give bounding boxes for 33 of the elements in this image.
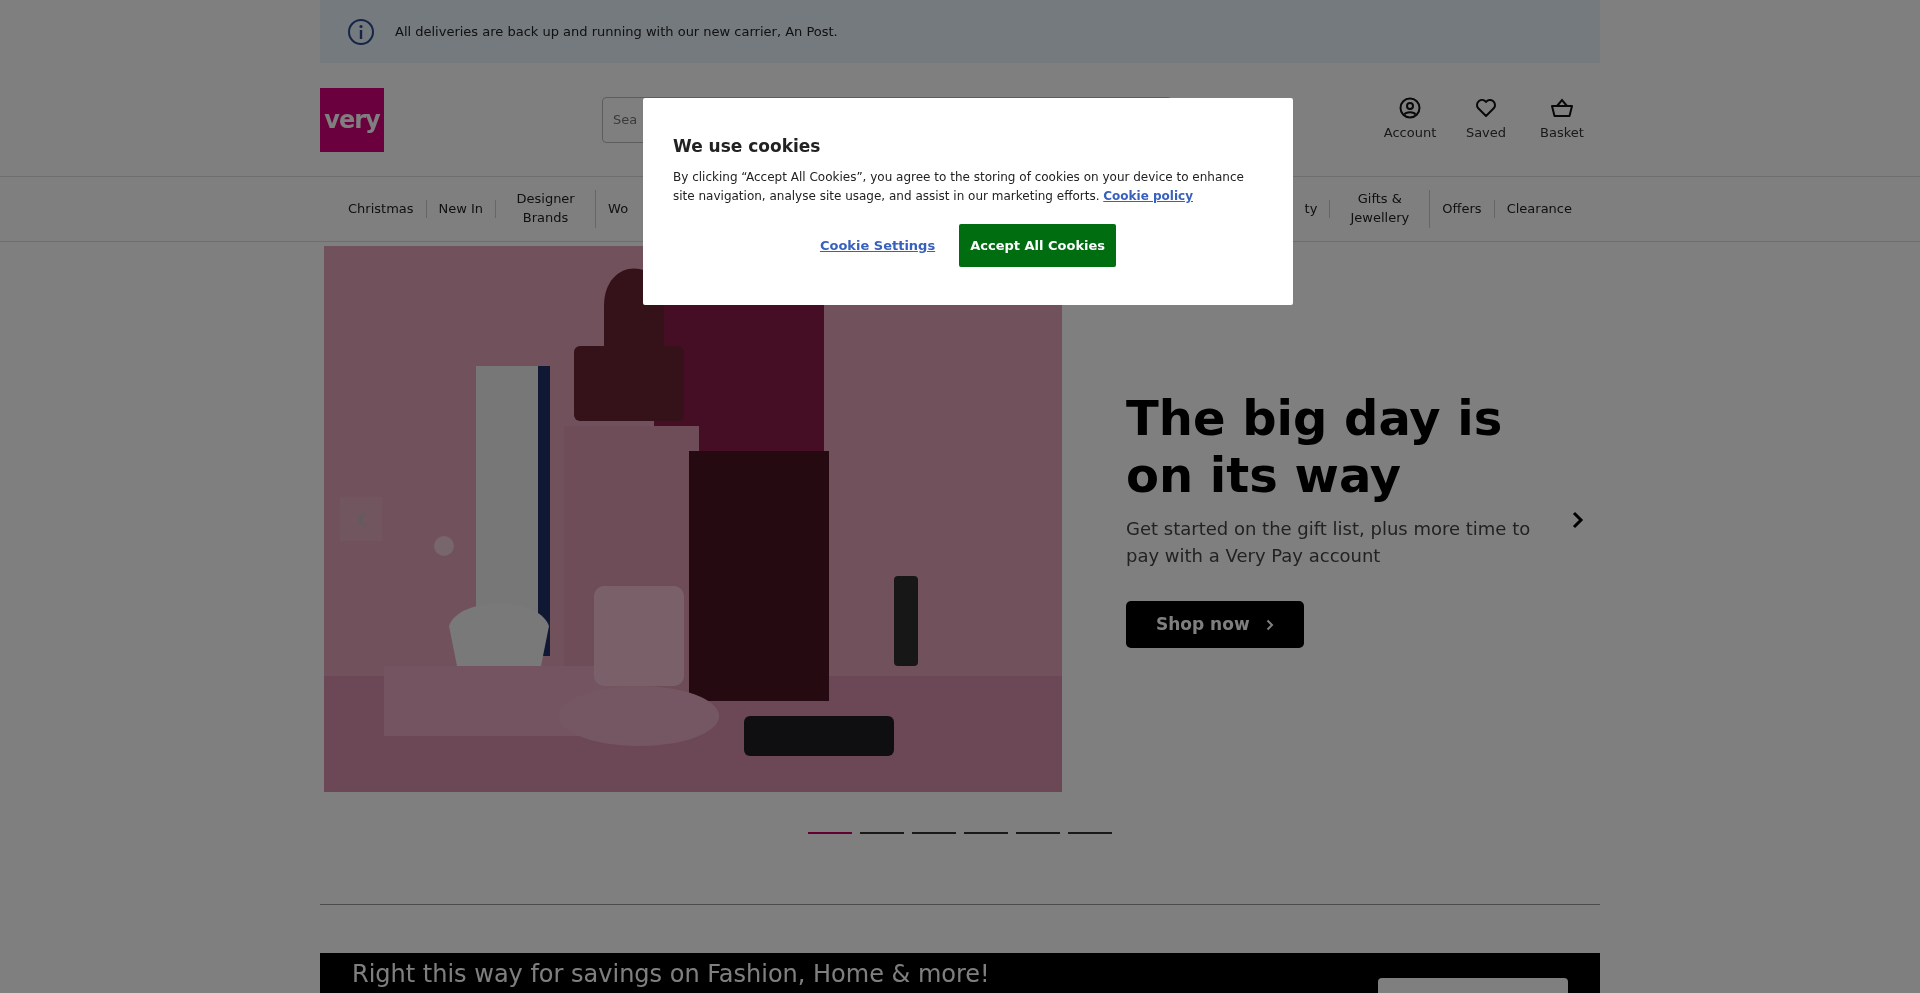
- hero-subtitle: Get started on the gift list, plus more time to pay with a Very Pay account: [1126, 516, 1532, 568]
- accept-cookies-button[interactable]: Accept All Cookies: [959, 223, 1117, 268]
- nav-link[interactable]: Clearance: [1494, 199, 1584, 219]
- info-icon: [347, 17, 375, 46]
- account-link[interactable]: Account: [1372, 96, 1448, 143]
- nav-link[interactable]: New In: [426, 199, 497, 219]
- notice-text: All deliveries are back up and running with our new carrier, An Post.: [395, 22, 838, 41]
- heart-icon: [1475, 96, 1497, 119]
- chevron-right-icon: [1572, 510, 1584, 529]
- basket-icon: [1550, 96, 1574, 119]
- cookie-policy-link[interactable]: Cookie policy: [1103, 189, 1193, 203]
- dialog-title: We use cookies: [673, 136, 822, 157]
- slide-indicator[interactable]: [1016, 832, 1060, 834]
- cookie-settings-link[interactable]: Cookie Settings: [819, 235, 936, 256]
- nav-link[interactable]: Offers: [1430, 199, 1495, 219]
- slide-indicator[interactable]: [1068, 832, 1112, 834]
- account-icon: [1399, 96, 1421, 119]
- slide-indicator[interactable]: [860, 832, 904, 834]
- slide-indicator[interactable]: [912, 832, 956, 834]
- nav-link[interactable]: Christmas: [336, 199, 427, 219]
- nav-link[interactable]: Designer Brands: [496, 190, 597, 228]
- nav-link[interactable]: Wo: [596, 199, 641, 219]
- promo-text: Right this way for savings on Fashion, Home & more!: [352, 962, 990, 990]
- slide-indicator[interactable]: [808, 832, 852, 834]
- hero-headline: The big day is on its way: [1126, 389, 1504, 505]
- slide-indicator[interactable]: [964, 832, 1008, 834]
- dialog-text: By clicking “Accept All Cookies”, you agree to the storing of cookies on your device to enhance site navigation, analyse site usage, and assist in our marketing efforts. Cookie policy: [673, 169, 1245, 205]
- nav-link[interactable]: Gifts & Jewellery: [1330, 190, 1431, 228]
- shop-now-button[interactable]: Shop now: [1126, 600, 1304, 649]
- basket-link[interactable]: Basket: [1524, 96, 1600, 143]
- saved-link[interactable]: Saved: [1448, 96, 1524, 143]
- chevron-right-icon: [1265, 618, 1274, 631]
- logo[interactable]: very: [320, 87, 384, 152]
